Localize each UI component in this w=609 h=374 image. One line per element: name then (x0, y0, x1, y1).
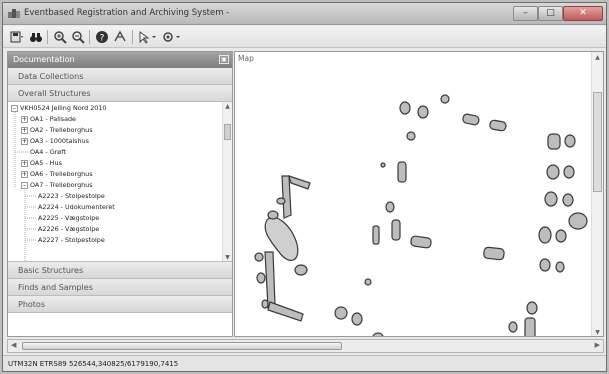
map-feature[interactable] (276, 197, 286, 205)
zoom-out-icon[interactable] (70, 29, 86, 45)
horizontal-scrollbar[interactable]: ◀ ▶ (7, 339, 604, 353)
map-feature[interactable] (380, 162, 386, 168)
app-icon (8, 9, 20, 18)
section-overall-structures[interactable]: Overall Structures (8, 85, 232, 102)
map-feature[interactable] (555, 229, 567, 243)
map-feature[interactable] (267, 210, 279, 220)
pin-icon[interactable]: ▣ (219, 55, 229, 64)
structure-tree: – VKH0524 Jelling Nord 2010 + OA1 - Palisa… (8, 102, 232, 262)
map-feature[interactable] (391, 219, 401, 241)
close-icon: ✕ (579, 8, 587, 18)
pan-icon[interactable] (112, 29, 128, 45)
app-window: Eventbased Registration and Archiving Sy… (2, 2, 607, 372)
map-feature[interactable] (462, 113, 480, 126)
coordinate-readout: UTM32N ETRS89 526544,340825/6179190,7415 (8, 360, 179, 368)
map-feature[interactable] (410, 235, 432, 249)
map-feature[interactable] (568, 212, 588, 230)
map-feature[interactable] (351, 312, 363, 326)
map-feature[interactable] (372, 225, 380, 245)
map-feature[interactable] (547, 133, 561, 150)
map-feature[interactable] (406, 131, 416, 141)
status-bar: UTM32N ETRS89 526544,340825/6179190,7415 (3, 355, 606, 371)
scroll-up-icon[interactable]: ▲ (223, 103, 232, 110)
section-finds-and-samples[interactable]: Finds and Samples (8, 279, 232, 296)
map-feature[interactable] (526, 301, 538, 315)
toolbar: ? (3, 26, 606, 48)
section-data-collections[interactable]: Data Collections (8, 68, 232, 85)
map-feature[interactable] (385, 201, 395, 213)
map-feature[interactable] (546, 164, 560, 180)
map-scrollbar[interactable]: ▲ ▼ (591, 52, 603, 336)
tree-lines (14, 112, 36, 261)
documentation-panel: Documentation ▣ Data Collections Overall… (7, 51, 233, 337)
map-feature[interactable] (539, 258, 551, 272)
section-basic-structures[interactable]: Basic Structures (8, 262, 232, 279)
tools-menu-icon[interactable] (161, 29, 183, 45)
documentation-panel-header: Documentation ▣ (8, 52, 232, 68)
map-feature[interactable] (288, 175, 311, 190)
map-feature[interactable] (294, 264, 308, 276)
map-feature[interactable] (489, 119, 507, 132)
horizontal-scrollbar-thumb[interactable] (22, 342, 342, 350)
map-feature[interactable] (264, 251, 276, 309)
map-scrollbar-thumb[interactable] (593, 92, 602, 192)
maximize-button[interactable]: □ (538, 6, 563, 21)
map-feature[interactable] (555, 261, 565, 273)
binoculars-icon[interactable] (28, 29, 44, 45)
tree-scrollbar[interactable]: ▲ ▼ (222, 102, 232, 261)
map-feature[interactable] (508, 321, 518, 333)
minimize-button[interactable]: – (513, 6, 538, 21)
window-title: Eventbased Registration and Archiving Sy… (24, 8, 230, 18)
map-feature[interactable] (483, 246, 505, 261)
save-menu-icon[interactable] (9, 29, 25, 45)
map-feature[interactable] (440, 94, 450, 104)
map-feature[interactable] (562, 193, 574, 207)
map-feature[interactable] (267, 301, 304, 322)
title-bar: Eventbased Registration and Archiving Sy… (3, 3, 606, 25)
section-photos[interactable]: Photos (8, 296, 232, 313)
toolbar-separator (89, 30, 90, 44)
maximize-icon: □ (546, 8, 555, 18)
scroll-up-icon[interactable]: ▲ (593, 54, 602, 61)
scroll-down-icon[interactable]: ▼ (593, 329, 602, 336)
scroll-left-icon[interactable]: ◀ (11, 341, 16, 349)
scroll-right-icon[interactable]: ▶ (595, 341, 600, 349)
map-feature[interactable] (334, 306, 348, 320)
map-feature[interactable] (364, 278, 372, 286)
minimize-icon: – (523, 8, 528, 18)
map-feature[interactable] (256, 272, 266, 284)
map-feature[interactable] (281, 175, 292, 219)
zoom-in-icon[interactable] (52, 29, 68, 45)
map-feature[interactable] (538, 226, 552, 244)
svg-text:?: ? (100, 34, 105, 44)
map-feature[interactable] (399, 101, 411, 115)
map-feature[interactable] (417, 105, 429, 119)
map-feature[interactable] (544, 191, 558, 207)
map-feature[interactable] (563, 165, 575, 179)
toolbar-separator (132, 30, 133, 44)
map-feature[interactable] (564, 134, 576, 148)
scroll-down-icon[interactable]: ▼ (223, 254, 232, 261)
map-feature[interactable] (261, 299, 269, 309)
map-feature[interactable] (372, 332, 384, 337)
documentation-panel-title: Documentation (13, 55, 75, 64)
map-feature[interactable] (524, 317, 536, 337)
select-menu-icon[interactable] (137, 29, 159, 45)
tree-scrollbar-thumb[interactable] (224, 124, 231, 140)
map-panel[interactable]: Map ▲ ▼ (234, 51, 604, 337)
toolbar-separator (47, 30, 48, 44)
map-feature[interactable] (397, 161, 407, 183)
map-canvas[interactable] (235, 52, 591, 337)
map-feature[interactable] (254, 252, 264, 262)
close-button[interactable]: ✕ (563, 6, 603, 21)
help-icon[interactable]: ? (94, 29, 110, 45)
